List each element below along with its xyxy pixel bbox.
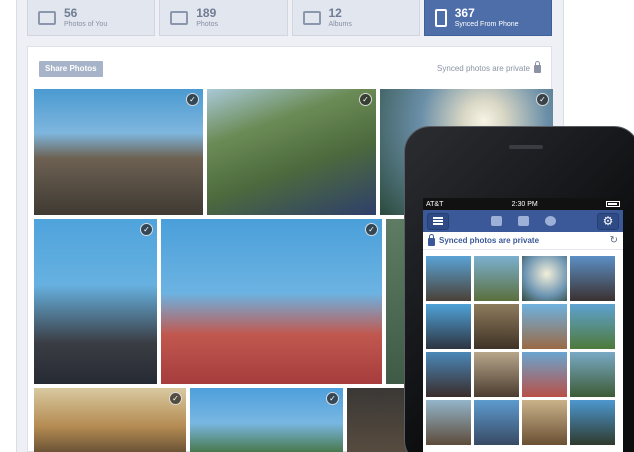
tab-photos-of-you[interactable]: 56 Photos of You: [27, 0, 156, 36]
photo-icon: [170, 10, 189, 25]
phone-thumb[interactable]: [426, 400, 471, 445]
check-icon[interactable]: ✓: [186, 93, 199, 106]
check-icon[interactable]: ✓: [359, 93, 372, 106]
lock-icon: [428, 233, 435, 246]
phone-screen: AT&T 2:30 PM ⚙ Synced photos are private…: [423, 198, 623, 452]
tab-photos[interactable]: 189 Photos: [159, 0, 288, 36]
phone-thumb[interactable]: [522, 400, 567, 445]
check-icon[interactable]: ✓: [365, 223, 378, 236]
phone-thumb[interactable]: [474, 400, 519, 445]
tab-count: 367: [454, 6, 475, 20]
phone-icon: [434, 8, 447, 27]
phone-thumb[interactable]: [474, 256, 519, 301]
clock: 2:30 PM: [511, 200, 538, 208]
share-photos-button[interactable]: Share Photos: [39, 61, 103, 77]
gear-icon: ⚙: [602, 214, 614, 228]
phone-thumb[interactable]: [570, 256, 615, 301]
private-note-text: Synced photos are private: [437, 63, 530, 73]
friends-icon[interactable]: [490, 216, 502, 226]
phone-thumb[interactable]: [426, 352, 471, 397]
check-icon[interactable]: ✓: [140, 223, 153, 236]
photo-tile[interactable]: ✓: [34, 388, 186, 452]
tab-count: 56: [64, 6, 78, 20]
lock-icon: [534, 61, 541, 73]
phone-speaker: [509, 145, 543, 149]
check-icon[interactable]: ✓: [169, 392, 182, 405]
photo-tabs: 56 Photos of You 189 Photos 12 Albums 36…: [27, 0, 552, 38]
tab-count: 12: [328, 6, 342, 20]
photo-tile[interactable]: ✓: [190, 388, 343, 452]
phone-thumb[interactable]: [570, 304, 615, 349]
menu-icon: [433, 217, 443, 225]
phone-thumb[interactable]: [570, 400, 615, 445]
menu-button[interactable]: [427, 212, 449, 230]
messages-icon[interactable]: [517, 216, 529, 226]
carrier-label: AT&T: [426, 200, 444, 208]
album-icon: [302, 10, 321, 25]
privacy-bar: Synced photos are private ↻: [423, 232, 623, 250]
tab-label: Photos of You: [64, 21, 108, 28]
facebook-nav-bar: ⚙: [423, 210, 623, 232]
nav-icons: [461, 216, 585, 226]
phone-device: AT&T 2:30 PM ⚙ Synced photos are private…: [404, 126, 634, 452]
photo-tile[interactable]: ✓: [161, 219, 382, 384]
tab-label: Synced From Phone: [454, 21, 519, 28]
phone-thumb[interactable]: [570, 352, 615, 397]
status-bar: AT&T 2:30 PM: [423, 198, 623, 210]
check-icon[interactable]: ✓: [536, 93, 549, 106]
phone-thumb[interactable]: [522, 304, 567, 349]
tab-label: Photos: [196, 21, 219, 28]
tab-label: Albums: [328, 21, 352, 28]
private-note: Synced photos are private: [437, 61, 541, 73]
tab-albums[interactable]: 12 Albums: [291, 0, 420, 36]
photo-tile[interactable]: ✓: [207, 89, 376, 215]
settings-button[interactable]: ⚙: [597, 212, 619, 230]
phone-thumb[interactable]: [522, 256, 567, 301]
phone-thumb[interactable]: [426, 304, 471, 349]
refresh-icon[interactable]: ↻: [610, 235, 618, 246]
photo-icon: [38, 10, 56, 25]
battery-icon: [605, 201, 620, 207]
phone-thumb[interactable]: [522, 352, 567, 397]
globe-icon[interactable]: [544, 216, 556, 226]
tab-synced-from-phone[interactable]: 367 Synced From Phone: [423, 0, 552, 36]
privacy-text: Synced photos are private: [439, 236, 540, 245]
tab-count: 189: [196, 6, 217, 20]
phone-photo-grid: [426, 256, 620, 445]
phone-thumb[interactable]: [474, 304, 519, 349]
photo-tile[interactable]: ✓: [34, 89, 203, 215]
check-icon[interactable]: ✓: [326, 392, 339, 405]
photo-tile[interactable]: ✓: [34, 219, 157, 384]
phone-thumb[interactable]: [426, 256, 471, 301]
phone-thumb[interactable]: [474, 352, 519, 397]
